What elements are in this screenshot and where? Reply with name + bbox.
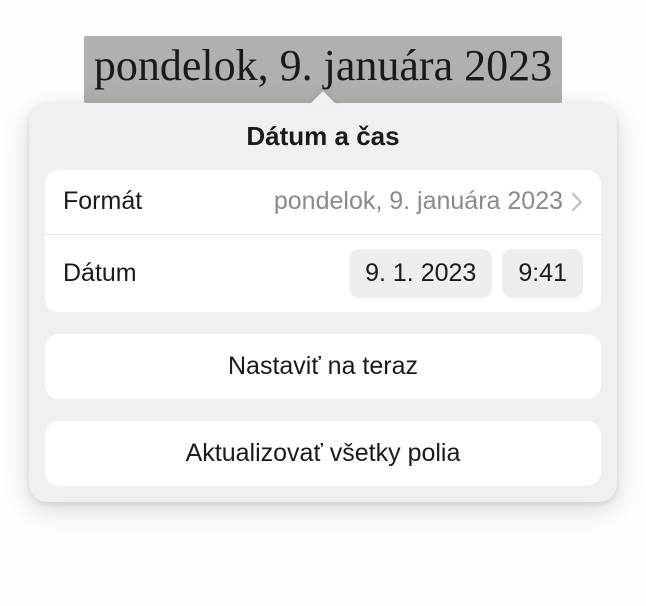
date-picker-button[interactable]: 9. 1. 2023 xyxy=(349,249,492,298)
update-all-fields-button[interactable]: Aktualizovať všetky polia xyxy=(45,421,601,486)
settings-group: Formát pondelok, 9. januára 2023 Dátum 9… xyxy=(45,170,601,312)
date-label: Dátum xyxy=(63,259,137,288)
popover-title: Dátum a čas xyxy=(45,121,601,152)
date-row: Dátum 9. 1. 2023 9:41 xyxy=(45,234,601,312)
format-row[interactable]: Formát pondelok, 9. januára 2023 xyxy=(45,170,601,234)
format-label: Formát xyxy=(63,187,142,216)
time-picker-button[interactable]: 9:41 xyxy=(502,249,583,298)
chevron-right-icon xyxy=(571,192,583,212)
popover-body: Dátum a čas Formát pondelok, 9. januára … xyxy=(29,103,617,502)
popover-arrow xyxy=(307,91,339,107)
date-time-popover: Dátum a čas Formát pondelok, 9. januára … xyxy=(29,103,617,502)
set-to-now-button[interactable]: Nastaviť na teraz xyxy=(45,334,601,399)
format-value: pondelok, 9. januára 2023 xyxy=(142,187,571,216)
